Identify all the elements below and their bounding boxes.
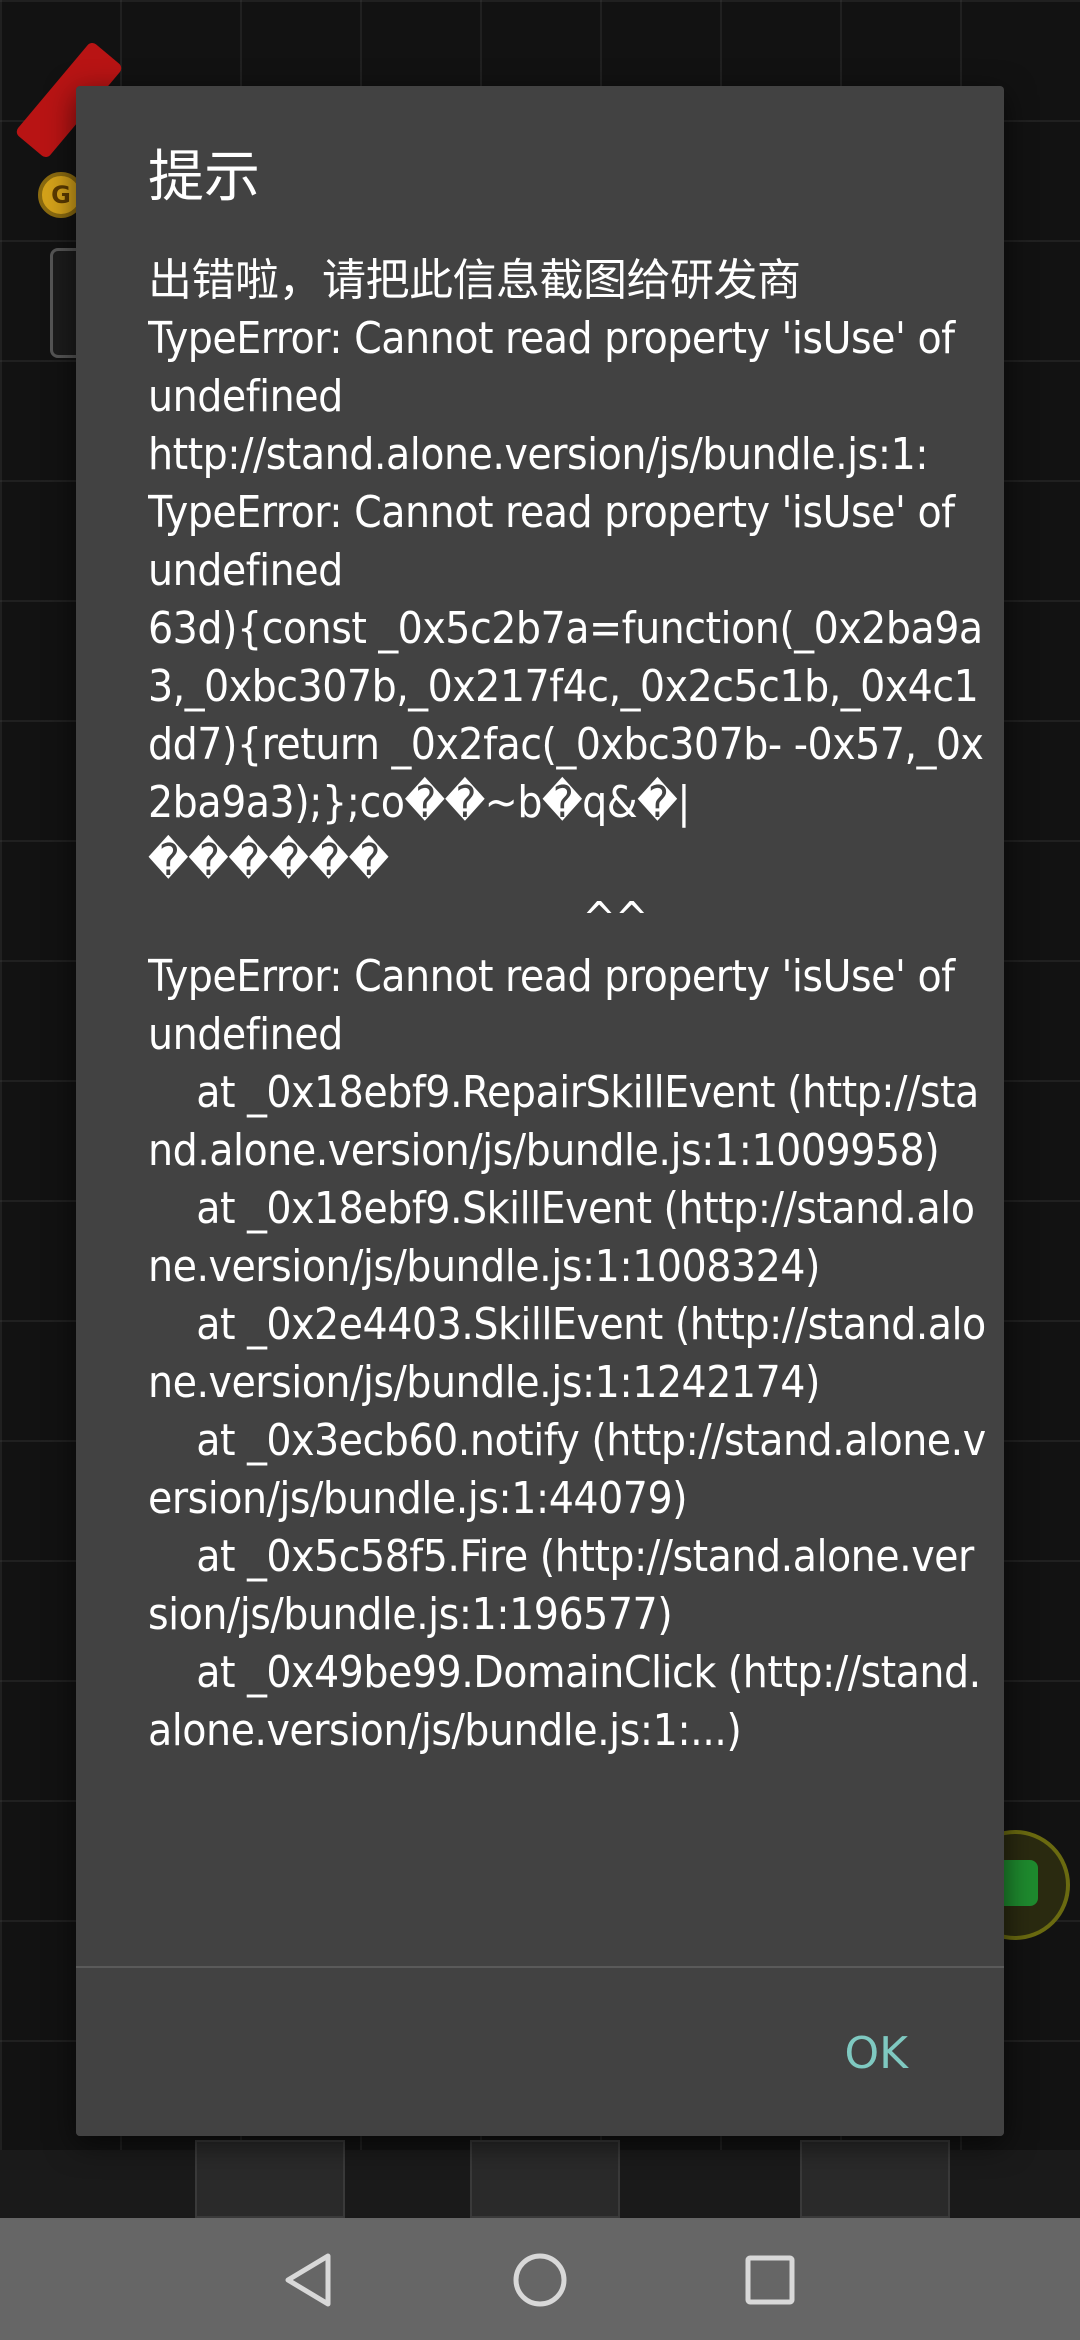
home-circle-icon bbox=[513, 2253, 567, 2307]
error-dialog: 提示 出错啦，请把此信息截图给研发商 TypeError: Cannot rea… bbox=[76, 86, 1004, 2136]
recents-button[interactable] bbox=[730, 2240, 810, 2320]
game-tile bbox=[195, 2140, 345, 2218]
back-triangle-icon bbox=[285, 2253, 331, 2307]
system-navigation-bar bbox=[0, 2218, 1080, 2340]
back-button[interactable] bbox=[270, 2240, 350, 2320]
dialog-title: 提示 bbox=[148, 145, 260, 210]
game-tile bbox=[800, 2140, 950, 2218]
screen: G 提示 出错啦，请把此信息截图给研发商 TypeError: Cannot r… bbox=[0, 0, 1080, 2340]
ok-button[interactable]: OK bbox=[835, 2020, 919, 2088]
dialog-footer: OK bbox=[76, 1968, 1004, 2136]
game-tile bbox=[470, 2140, 620, 2218]
recents-square-icon bbox=[745, 2255, 795, 2305]
dialog-message: 出错啦，请把此信息截图给研发商 TypeError: Cannot read p… bbox=[148, 255, 986, 1756]
dialog-message-scroll[interactable]: 出错啦，请把此信息截图给研发商 TypeError: Cannot read p… bbox=[148, 252, 988, 2056]
home-button[interactable] bbox=[500, 2240, 580, 2320]
